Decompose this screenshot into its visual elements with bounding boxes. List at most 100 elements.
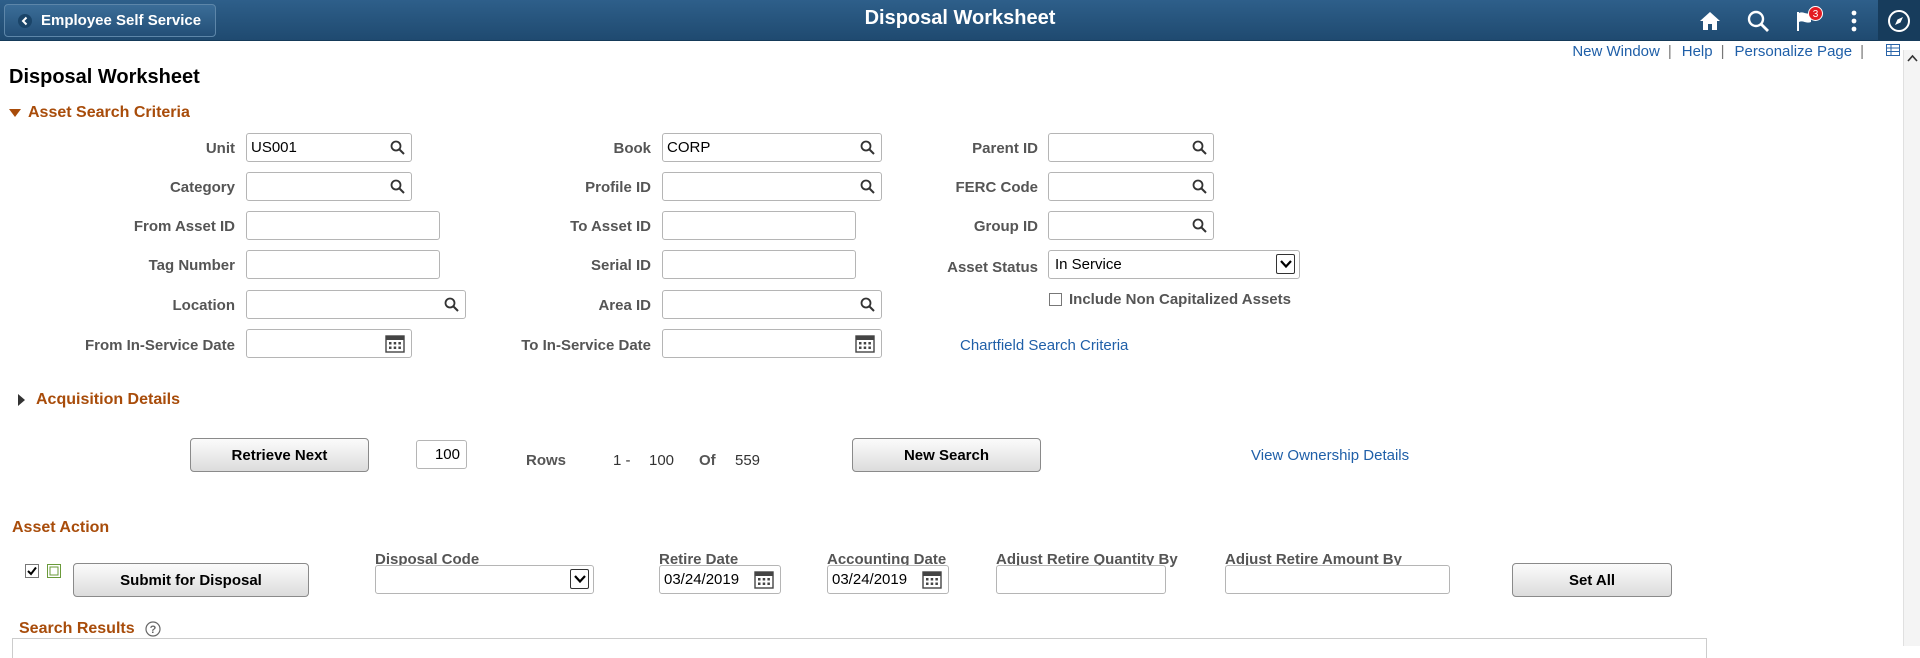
category-label: Category <box>169 179 235 196</box>
from-in-service-date-field[interactable] <box>246 329 412 358</box>
calendar-icon[interactable] <box>385 334 405 353</box>
unit-value: US001 <box>251 139 297 156</box>
personalize-page-link[interactable]: Personalize Page <box>1735 43 1853 60</box>
section-label: Search Results <box>19 620 135 637</box>
notifications-button[interactable]: 3 <box>1782 0 1830 41</box>
link-separator: | <box>1720 43 1725 60</box>
acquisition-details-toggle[interactable]: Acquisition Details <box>18 391 180 409</box>
profile-id-label: Profile ID <box>585 179 651 196</box>
section-label: Acquisition Details <box>36 391 181 408</box>
rows-input[interactable]: 100 <box>416 440 467 469</box>
location-field[interactable] <box>246 290 466 319</box>
adjust-retire-amount-field[interactable] <box>1225 565 1450 594</box>
asset-status-select[interactable]: In Service <box>1048 250 1300 279</box>
calendar-icon[interactable] <box>922 570 942 589</box>
unit-label: Unit <box>205 140 235 157</box>
profile-id-field[interactable] <box>662 172 882 201</box>
dropdown-arrow[interactable] <box>1276 254 1295 274</box>
chartfield-search-criteria-link[interactable]: Chartfield Search Criteria <box>960 337 1128 354</box>
new-search-button[interactable]: New Search <box>852 438 1041 472</box>
search-icon[interactable] <box>1192 179 1207 194</box>
retire-date-field[interactable]: 03/24/2019 <box>659 565 781 594</box>
back-button[interactable]: Employee Self Service <box>4 4 216 37</box>
deselect-all-checkbox-icon[interactable] <box>47 564 61 578</box>
compass-icon <box>1888 9 1910 32</box>
to-asset-id-field[interactable] <box>662 211 856 240</box>
search-icon[interactable] <box>860 140 875 155</box>
grid-layout-icon[interactable] <box>1886 44 1900 56</box>
group-id-field[interactable] <box>1048 211 1214 240</box>
category-field[interactable] <box>246 172 412 201</box>
retrieve-next-button[interactable]: Retrieve Next <box>190 438 369 472</box>
search-icon[interactable] <box>444 297 459 312</box>
select-all-checkbox-icon[interactable] <box>25 564 39 578</box>
vertical-scrollbar[interactable] <box>1903 50 1920 646</box>
search-icon[interactable] <box>860 297 875 312</box>
search-icon[interactable] <box>390 140 405 155</box>
submit-for-disposal-button[interactable]: Submit for Disposal <box>73 563 309 597</box>
asset-search-criteria-toggle[interactable]: Asset Search Criteria <box>9 104 190 122</box>
from-in-service-date-label: From In-Service Date <box>84 337 235 354</box>
book-label: Book <box>613 140 652 157</box>
asset-status-label: Asset Status <box>947 259 1038 276</box>
scroll-up-icon[interactable] <box>1907 54 1918 62</box>
group-id-label: Group ID <box>973 218 1038 235</box>
calendar-icon[interactable] <box>855 334 875 353</box>
search-icon[interactable] <box>1192 218 1207 233</box>
area-id-field[interactable] <box>662 290 882 319</box>
help-icon[interactable]: ? <box>145 621 161 637</box>
ferc-code-field[interactable] <box>1048 172 1214 201</box>
page-links: New Window | Help | Personalize Page | <box>1572 43 1874 60</box>
adjust-retire-quantity-field[interactable] <box>996 565 1166 594</box>
serial-id-label: Serial ID <box>590 257 651 274</box>
serial-id-field[interactable] <box>662 250 856 279</box>
book-field[interactable]: CORP <box>662 133 882 162</box>
search-button[interactable] <box>1734 0 1782 41</box>
chevron-down-icon <box>573 575 586 583</box>
include-non-cap-checkbox[interactable] <box>1049 293 1062 306</box>
of-label: Of <box>699 452 716 469</box>
page-title: Disposal Worksheet <box>9 66 200 88</box>
back-button-label: Employee Self Service <box>41 12 202 29</box>
dropdown-arrow[interactable] <box>570 569 589 589</box>
parent-id-label: Parent ID <box>972 140 1038 157</box>
navbar-button[interactable] <box>1878 0 1920 41</box>
expand-arrow-icon <box>18 394 25 406</box>
parent-id-field[interactable] <box>1048 133 1214 162</box>
to-in-service-date-field[interactable] <box>662 329 882 358</box>
unit-field[interactable]: US001 <box>246 133 412 162</box>
banner-title: Disposal Worksheet <box>864 7 1056 29</box>
home-icon <box>1700 11 1720 30</box>
to-in-service-date-label: To In-Service Date <box>521 337 651 354</box>
actions-menu-button[interactable] <box>1830 0 1878 41</box>
tag-number-label: Tag Number <box>148 257 235 274</box>
search-icon <box>1747 10 1769 32</box>
search-icon[interactable] <box>390 179 405 194</box>
asset-action-header: Asset Action <box>12 519 110 536</box>
search-icon[interactable] <box>860 179 875 194</box>
range-end: 100 <box>649 452 675 469</box>
accounting-date-field[interactable]: 03/24/2019 <box>827 565 949 594</box>
ferc-code-label: FERC Code <box>955 179 1039 196</box>
search-results-header: Search Results ? <box>19 620 161 638</box>
more-vertical-icon <box>1851 10 1857 31</box>
to-asset-id-label: To Asset ID <box>570 218 651 235</box>
from-asset-id-label: From Asset ID <box>133 218 235 235</box>
range-start: 1 - <box>613 452 631 469</box>
help-link[interactable]: Help <box>1682 43 1713 60</box>
tag-number-field[interactable] <box>246 250 440 279</box>
new-window-link[interactable]: New Window <box>1572 43 1660 60</box>
from-asset-id-field[interactable] <box>246 211 440 240</box>
total-count: 559 <box>735 452 761 469</box>
include-non-cap-label: Include Non Capitalized Assets <box>1069 291 1291 308</box>
search-icon[interactable] <box>1192 140 1207 155</box>
set-all-button[interactable]: Set All <box>1512 563 1672 597</box>
calendar-icon[interactable] <box>754 570 774 589</box>
view-ownership-details-link[interactable]: View Ownership Details <box>1251 447 1409 464</box>
collapse-arrow-icon <box>9 109 21 117</box>
accounting-date-value: 03/24/2019 <box>832 571 908 588</box>
chevron-left-icon <box>18 13 32 28</box>
asset-status-value: In Service <box>1055 256 1122 273</box>
disposal-code-select[interactable] <box>375 565 594 594</box>
home-button[interactable] <box>1686 0 1734 41</box>
